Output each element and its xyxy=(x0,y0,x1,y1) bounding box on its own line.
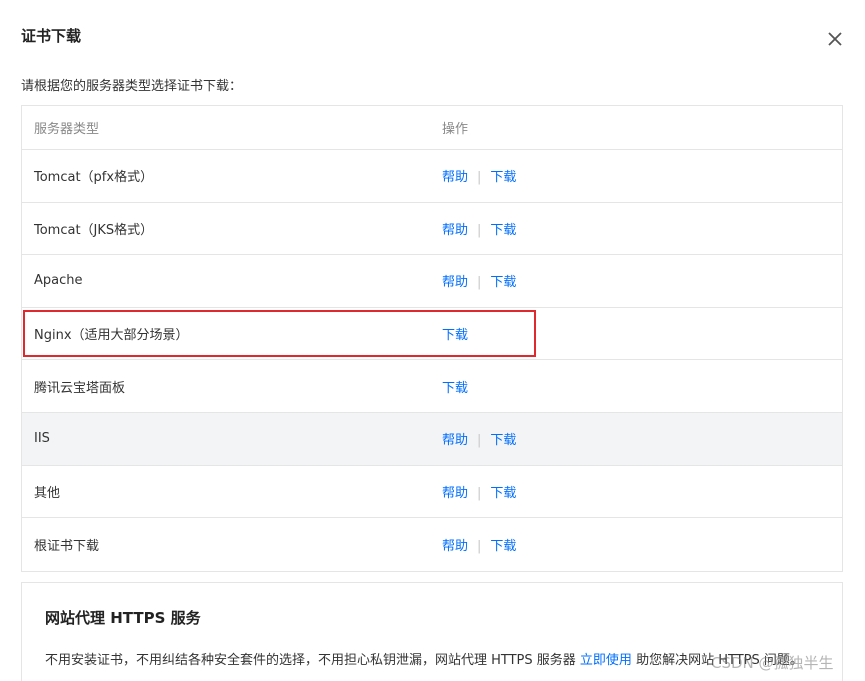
server-type-label: 其他 xyxy=(34,485,61,501)
close-icon[interactable] xyxy=(823,27,847,51)
table-row: Apache 帮助 | 下载 xyxy=(22,255,842,308)
download-link[interactable]: 下载 xyxy=(442,381,468,396)
table-row: 腾讯云宝塔面板 下载 xyxy=(22,360,842,413)
table-row: 根证书下载 帮助 | 下载 xyxy=(22,518,842,571)
link-separator: | xyxy=(477,275,482,291)
link-separator: | xyxy=(477,222,482,238)
link-separator: | xyxy=(477,485,482,501)
watermark: CSDN @孤独半生 xyxy=(711,654,834,672)
table-row: Tomcat（pfx格式） 帮助 | 下载 xyxy=(22,150,842,203)
table-header: 服务器类型 操作 xyxy=(22,106,842,150)
server-type-label: Nginx（适用大部分场景） xyxy=(34,328,189,344)
server-type-label: Apache xyxy=(34,273,83,289)
help-link[interactable]: 帮助 xyxy=(442,433,468,448)
dialog-title: 证书下载 xyxy=(21,27,82,45)
help-link[interactable]: 帮助 xyxy=(442,486,468,501)
download-link[interactable]: 下载 xyxy=(490,433,516,448)
download-link[interactable]: 下载 xyxy=(442,328,468,343)
use-now-link[interactable]: 立即使用 xyxy=(580,653,632,668)
link-separator: | xyxy=(477,170,482,186)
intro-text: 请根据您的服务器类型选择证书下载： xyxy=(21,79,243,94)
cert-table: 服务器类型 操作 Tomcat（pfx格式） 帮助 | 下载 Tomcat（JKS格式）… xyxy=(21,105,843,572)
download-link[interactable]: 下载 xyxy=(490,170,516,185)
link-separator: | xyxy=(477,538,482,554)
table-row: 其他 帮助 | 下载 xyxy=(22,466,842,519)
table-row: Tomcat（JKS格式） 帮助 | 下载 xyxy=(22,203,842,256)
help-link[interactable]: 帮助 xyxy=(442,539,468,554)
download-link[interactable]: 下载 xyxy=(490,275,516,290)
server-type-label: Tomcat（JKS格式） xyxy=(34,222,154,238)
table-row: Nginx（适用大部分场景） 下载 xyxy=(22,308,842,361)
help-link[interactable]: 帮助 xyxy=(442,170,468,185)
download-link[interactable]: 下载 xyxy=(490,539,516,554)
proxy-title: 网站代理 HTTPS 服务 xyxy=(45,609,201,627)
table-row: IIS 帮助 | 下载 xyxy=(22,412,842,466)
header-server-type: 服务器类型 xyxy=(34,122,100,137)
download-link[interactable]: 下载 xyxy=(490,223,516,238)
server-type-label: Tomcat（pfx格式） xyxy=(34,170,154,186)
proxy-desc-text: 不用安装证书，不用纠结各种安全套件的选择，不用担心私钥泄漏，网站代理 HTTPS… xyxy=(45,653,580,668)
server-type-label: IIS xyxy=(34,431,50,447)
help-link[interactable]: 帮助 xyxy=(442,223,468,238)
server-type-label: 根证书下载 xyxy=(34,538,100,554)
proxy-description: 不用安装证书，不用纠结各种安全套件的选择，不用担心私钥泄漏，网站代理 HTTPS… xyxy=(45,649,803,668)
help-link[interactable]: 帮助 xyxy=(442,275,468,290)
server-type-label: 腾讯云宝塔面板 xyxy=(34,380,126,396)
download-link[interactable]: 下载 xyxy=(490,486,516,501)
header-action: 操作 xyxy=(442,122,469,137)
link-separator: | xyxy=(477,433,482,449)
